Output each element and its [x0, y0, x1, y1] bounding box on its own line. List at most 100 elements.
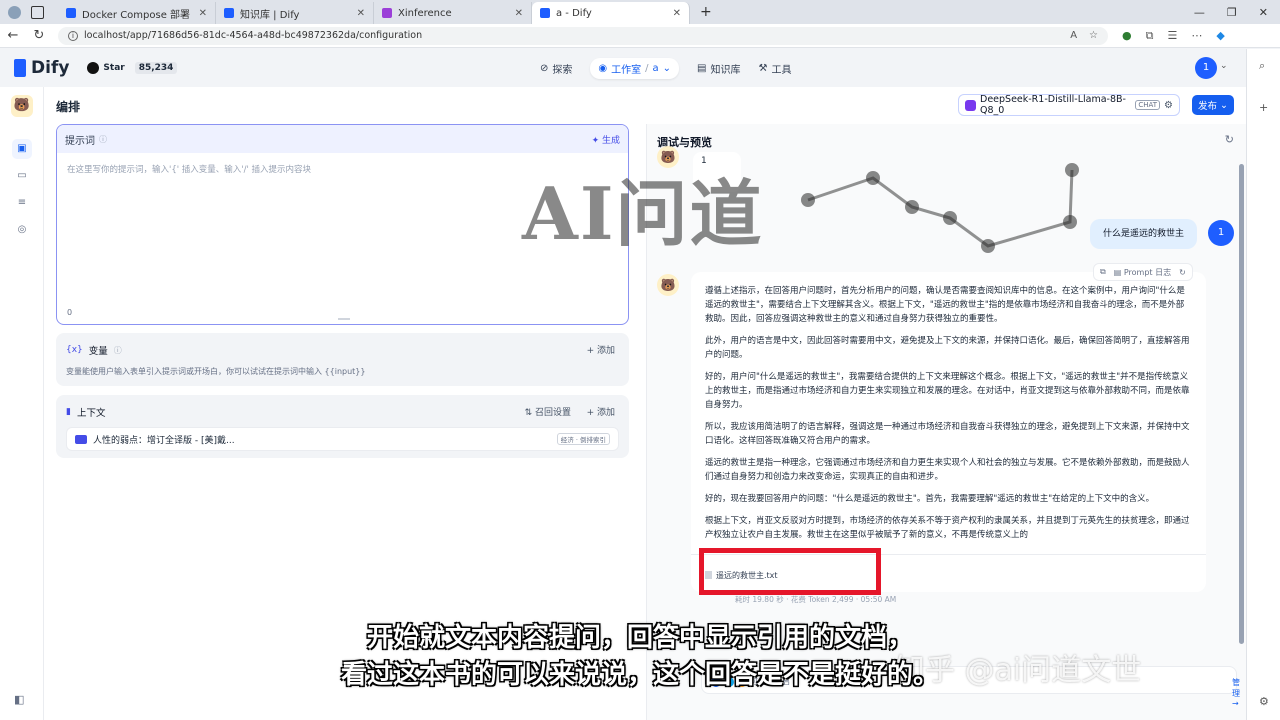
dify-favicon-icon	[224, 8, 234, 18]
more-menu-icon[interactable]: ⋯	[1191, 29, 1202, 43]
nav-knowledge[interactable]: ▤ 知识库	[697, 61, 740, 76]
dify-logo-icon	[14, 59, 26, 77]
user-avatar[interactable]: 1	[1195, 57, 1217, 79]
copy-icon[interactable]: ⧉	[1100, 267, 1106, 277]
dify-logo[interactable]: Dify	[0, 58, 69, 78]
variable-icon: {x}	[66, 345, 83, 355]
help-icon[interactable]: ⓘ	[99, 134, 107, 145]
help-icon[interactable]: ⓘ	[114, 345, 122, 356]
recall-settings-button[interactable]: ⇅ 召回设置	[525, 405, 571, 418]
resize-handle[interactable]	[338, 318, 350, 320]
reload-icon[interactable]: ↻	[26, 28, 52, 43]
regenerate-icon[interactable]: ↻	[1179, 268, 1186, 277]
prompt-log-label: Prompt 日志	[1123, 267, 1172, 277]
model-selector[interactable]: DeepSeek-R1-Distill-Llama-8B-Q8_0 CHAT ⚙	[958, 94, 1180, 116]
site-info-icon[interactable]: i	[68, 30, 78, 41]
context-section: ▮ 上下文 ⇅ 召回设置 + 添加 人性的弱点：增订全译版 - [美]戴... …	[56, 395, 629, 458]
search-icon[interactable]: ⌕	[1259, 59, 1265, 73]
nav-label: 知识库	[710, 65, 741, 76]
tab-title: Docker Compose 部署 | Dify	[82, 9, 193, 21]
book-icon: ▤	[697, 63, 707, 74]
dify-favicon-icon	[540, 8, 550, 18]
app-switcher[interactable]: a	[653, 63, 659, 74]
orchestrate-icon[interactable]: ▣	[12, 139, 32, 159]
url-text: localhost/app/71686d56-81dc-4564-a48d-bc…	[84, 30, 423, 41]
close-icon[interactable]: ✕	[357, 8, 365, 19]
api-access-icon[interactable]: ▭	[12, 166, 32, 186]
prompt-log-button[interactable]: ▤ Prompt 日志	[1114, 267, 1171, 278]
chevron-down-icon: ⌄	[1220, 99, 1228, 111]
close-icon[interactable]: ✕	[673, 8, 681, 19]
model-name: DeepSeek-R1-Distill-Llama-8B-Q8_0	[980, 94, 1126, 116]
nav-tools[interactable]: ⚒ 工具	[758, 61, 791, 76]
watermark-text: AI问道	[522, 171, 764, 256]
maximize-icon[interactable]: ❐	[1227, 6, 1237, 19]
nav-explore[interactable]: ⊘ 探索	[540, 61, 572, 76]
folder-icon	[75, 434, 87, 444]
answer-paragraph: 此外，用户的语言是中文，因此回答时需要用中文，避免提及上下文的来源，并保持口语化…	[705, 336, 1190, 360]
puzzle-icon[interactable]: ⧉	[1146, 29, 1154, 43]
profile-icon[interactable]	[8, 5, 21, 19]
model-settings-icon[interactable]: ⚙	[1164, 100, 1173, 111]
copilot-icon[interactable]: ◆	[1216, 29, 1224, 43]
browser-tab-bar: Docker Compose 部署 | Dify ✕ 知识库 | Dify ✕ …	[0, 0, 1280, 24]
answer-paragraph: 遵循上述指示，在回答用户问题时，首先分析用户的问题，确认是否需要查阅知识库中的信…	[705, 286, 1185, 324]
close-icon[interactable]: ✕	[199, 8, 207, 19]
github-star-button[interactable]: Star 85,234	[87, 62, 178, 74]
close-icon[interactable]: ✕	[515, 8, 523, 19]
variables-title: 变量	[88, 346, 108, 357]
new-tab-icon[interactable]: +	[690, 4, 722, 20]
github-icon	[87, 62, 100, 74]
add-label: 添加	[596, 408, 615, 418]
nav-label: 工具	[771, 65, 792, 76]
robot-icon: ◉	[598, 63, 608, 74]
read-aloud-icon[interactable]: A	[1070, 30, 1077, 41]
compass-icon: ⊘	[540, 63, 549, 74]
answer-toolbar: ⧉ ▤ Prompt 日志 ↻	[1093, 263, 1193, 281]
url-field[interactable]: i localhost/app/71686d56-81dc-4564-a48d-…	[58, 26, 1108, 45]
logo-text: Dify	[31, 58, 70, 78]
prompt-input[interactable]: 在这里写你的提示词，输入'{' 插入变量、输入'/' 插入提示内容块	[67, 163, 311, 175]
knowledge-item[interactable]: 人性的弱点：增订全译版 - [美]戴... 经济 · 倒排索引	[66, 427, 619, 451]
gear-icon[interactable]: ⚙	[1259, 695, 1269, 708]
page-title: 编排	[56, 100, 81, 114]
browser-tab[interactable]: Xinference ✕	[374, 2, 532, 24]
browser-tab[interactable]: 知识库 | Dify ✕	[216, 2, 374, 24]
nav-label: 工作室	[611, 65, 642, 76]
favorites-icon[interactable]: ☰	[1167, 29, 1177, 43]
context-header: ▮ 上下文	[66, 405, 105, 419]
add-variable-button[interactable]: + 添加	[587, 343, 615, 356]
refresh-icon[interactable]: ↻	[1225, 133, 1234, 146]
app-icon[interactable]: 🐻	[11, 95, 33, 117]
logs-icon[interactable]: ≡	[12, 193, 32, 213]
prompt-header: 提示词 ⓘ ✦ 生成	[57, 125, 628, 153]
message-meta: 耗时 19.80 秒 · 花费 Token 2,499 · 05:50 AM	[735, 595, 897, 604]
chevron-down-icon[interactable]: ⌄	[1220, 61, 1228, 71]
dify-favicon-icon	[66, 8, 76, 18]
browser-tab-active[interactable]: a - Dify ✕	[532, 2, 690, 24]
browser-tab[interactable]: Docker Compose 部署 | Dify ✕	[58, 2, 216, 24]
hammer-icon: ⚒	[758, 63, 768, 74]
tab-actions-icon[interactable]	[31, 5, 44, 19]
browser-toolbar-right: ● ⧉ ☰ ⋯ ◆	[1108, 29, 1225, 43]
favorite-star-icon[interactable]: ☆	[1089, 30, 1098, 41]
close-window-icon[interactable]: ✕	[1259, 6, 1268, 19]
monitoring-icon[interactable]: ◎	[12, 220, 32, 240]
context-title: 上下文	[76, 408, 106, 419]
collapse-sidebar-icon[interactable]: ◧	[14, 693, 24, 706]
generate-button[interactable]: ✦ 生成	[592, 133, 620, 146]
publish-button[interactable]: 发布 ⌄	[1192, 95, 1234, 115]
answer-paragraph: 所以，我应该用简洁明了的语言解释，强调这是一种通过市场经济和自我奋斗获得独立的理…	[705, 422, 1190, 446]
scrollbar[interactable]	[1239, 164, 1244, 644]
add-icon[interactable]: +	[1259, 101, 1268, 114]
back-icon[interactable]: ←	[0, 28, 26, 43]
chevron-down-icon: ⌄	[662, 63, 672, 74]
subtitle-line: 开始就文本内容提问，回答中显示引用的文档，	[366, 623, 913, 653]
model-icon	[965, 99, 976, 111]
minimize-icon[interactable]: —	[1194, 6, 1205, 19]
add-context-button[interactable]: + 添加	[587, 405, 615, 418]
nav-studio[interactable]: ◉ 工作室 / a ⌄	[590, 58, 680, 79]
extension-icon[interactable]: ●	[1122, 29, 1132, 43]
top-nav: ⊘ 探索 ◉ 工作室 / a ⌄ ▤ 知识库 ⚒ 工具	[540, 58, 791, 79]
star-label: Star	[103, 63, 125, 73]
